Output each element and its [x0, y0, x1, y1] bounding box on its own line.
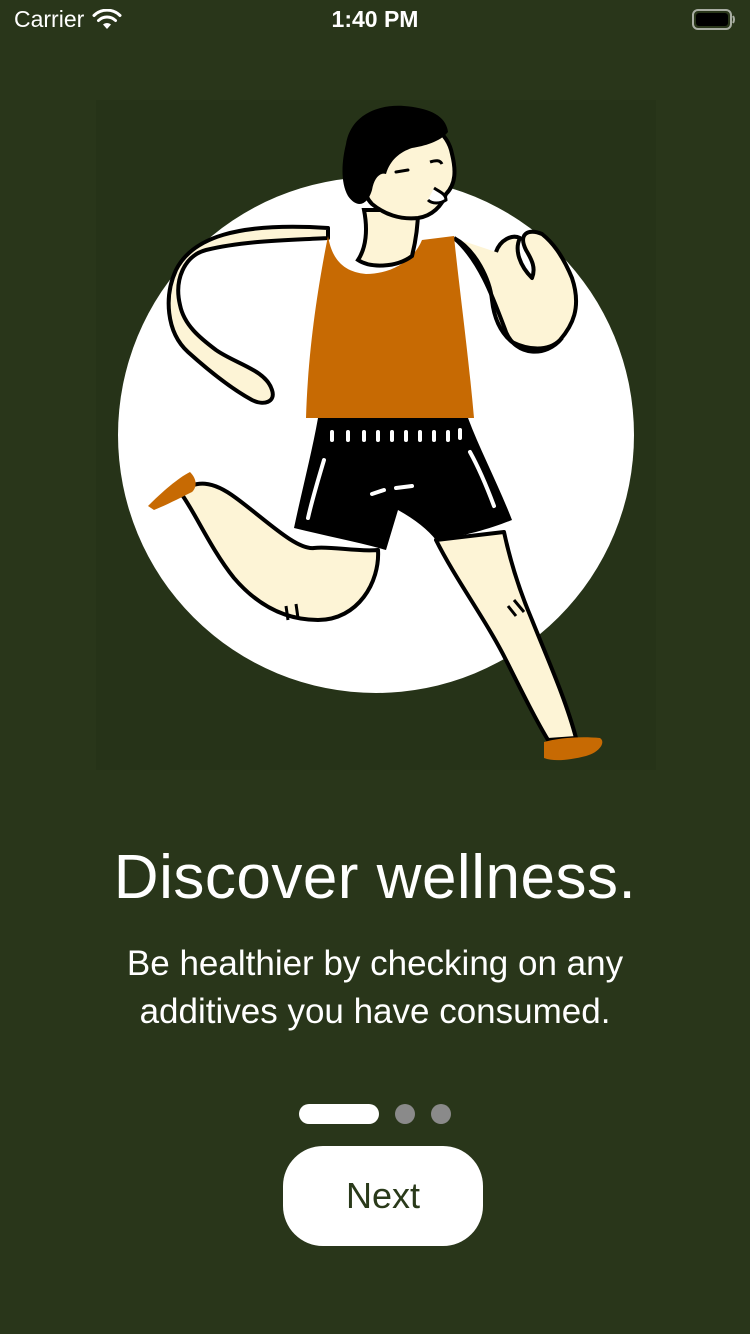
onboarding-title: Discover wellness.: [113, 843, 637, 912]
page-indicator[interactable]: [0, 1104, 750, 1124]
page-dot-1-active[interactable]: [299, 1104, 379, 1124]
next-button[interactable]: Next: [283, 1146, 483, 1246]
clock: 1:40 PM: [331, 6, 419, 32]
status-bar: Carrier 1:40 PM: [0, 0, 750, 40]
battery-icon: [692, 9, 735, 30]
page-dot-2[interactable]: [395, 1104, 415, 1124]
runner-front-shoe: [544, 737, 603, 761]
runner-svg: [118, 105, 634, 761]
page-dot-3[interactable]: [431, 1104, 451, 1124]
running-man-illustration: [96, 100, 656, 770]
onboarding-subtitle: Be healthier by checking on any additive…: [126, 944, 624, 1031]
